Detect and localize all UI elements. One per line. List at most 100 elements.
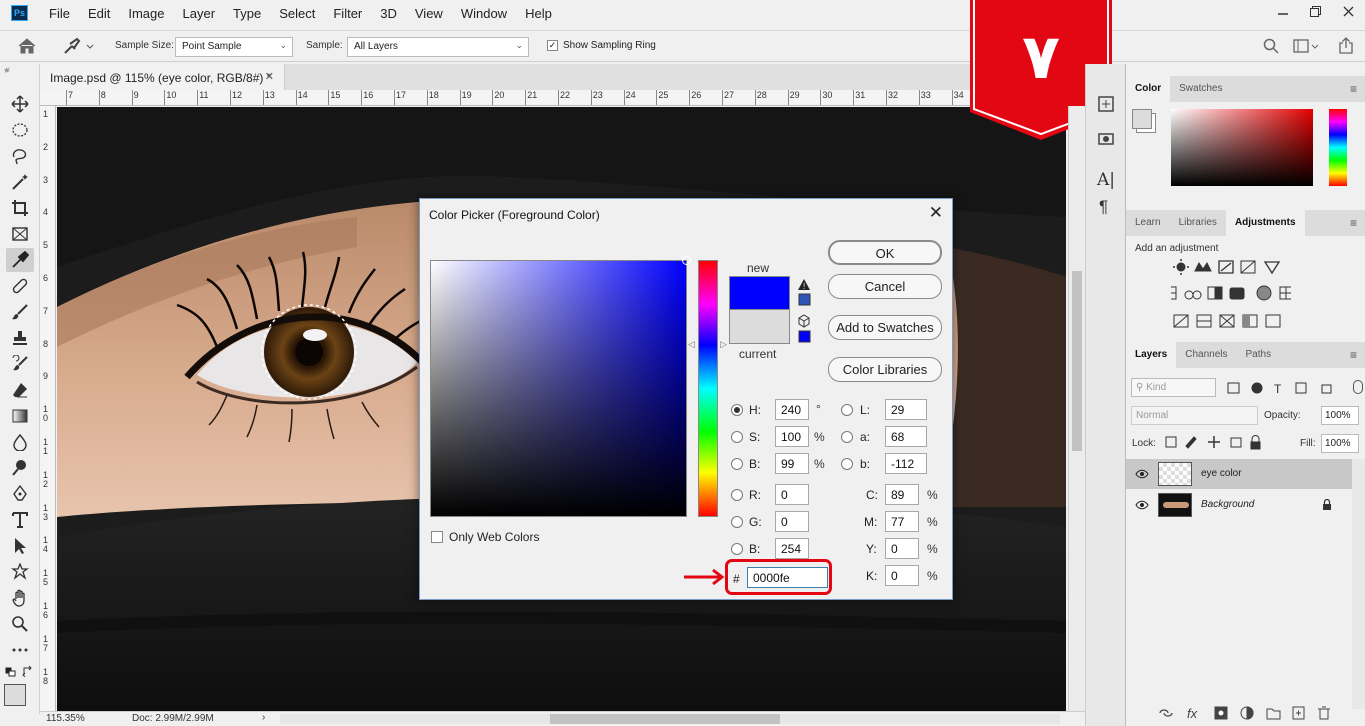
- sample-select[interactable]: All Layers ⌄: [347, 37, 529, 57]
- saturation-radio[interactable]: [731, 431, 743, 443]
- layers-scrollbar[interactable]: [1352, 459, 1365, 709]
- blur-tool[interactable]: [6, 430, 34, 454]
- hue-slider[interactable]: [1329, 109, 1347, 186]
- menu-view[interactable]: View: [406, 6, 452, 21]
- green-field[interactable]: 0: [775, 511, 809, 532]
- menu-file[interactable]: File: [40, 6, 79, 21]
- color-panel-menu-icon[interactable]: ≡: [1350, 82, 1357, 96]
- vertical-scrollbar[interactable]: [1068, 106, 1085, 711]
- tab-libraries[interactable]: Libraries: [1170, 210, 1226, 236]
- a-channel-field[interactable]: 68: [885, 426, 927, 447]
- add-to-swatches-button[interactable]: Add to Swatches: [828, 315, 942, 340]
- default-colors-icon[interactable]: [5, 666, 17, 680]
- menu-type[interactable]: Type: [224, 6, 270, 21]
- zoom-tool[interactable]: [6, 612, 34, 636]
- layer-row[interactable]: Background: [1126, 490, 1352, 520]
- magenta-field[interactable]: 77: [885, 511, 919, 532]
- vertical-scroll-thumb[interactable]: [1072, 271, 1082, 451]
- menu-layer[interactable]: Layer: [174, 6, 225, 21]
- sample-size-select[interactable]: Point Sample ⌄: [175, 37, 293, 57]
- marquee-tool[interactable]: [6, 118, 34, 142]
- menu-window[interactable]: Window: [452, 6, 516, 21]
- blue-radio[interactable]: [731, 543, 743, 555]
- layer-filter-kind[interactable]: ⚲ Kind: [1131, 378, 1216, 397]
- history-brush-tool[interactable]: [6, 352, 34, 376]
- layer-name[interactable]: eye color: [1201, 468, 1242, 479]
- path-selection-tool[interactable]: [6, 534, 34, 558]
- eyedropper-preset-button[interactable]: [62, 37, 96, 58]
- tab-learn[interactable]: Learn: [1126, 210, 1170, 236]
- menu-image[interactable]: Image: [119, 6, 173, 21]
- hue-slider-right-arrow-icon[interactable]: ▷: [720, 339, 727, 350]
- collapse-icon[interactable]: «: [5, 64, 10, 74]
- menu-3d[interactable]: 3D: [371, 6, 406, 21]
- red-radio[interactable]: [731, 489, 743, 501]
- crop-tool[interactable]: [6, 196, 34, 220]
- hue-slider[interactable]: [698, 260, 718, 517]
- frame-tool[interactable]: [6, 222, 34, 246]
- eye-visibility-icon[interactable]: [1135, 469, 1149, 479]
- menu-filter[interactable]: Filter: [324, 6, 371, 21]
- green-radio[interactable]: [731, 516, 743, 528]
- blend-mode-select[interactable]: Normal: [1131, 406, 1258, 425]
- eyedropper-tool[interactable]: [6, 248, 34, 272]
- document-tab[interactable]: Image.psd @ 115% (eye color, RGB/8#) * ✕: [40, 64, 285, 90]
- move-tool[interactable]: [6, 92, 34, 116]
- paragraph-panel-button[interactable]: ¶: [1099, 197, 1108, 217]
- properties-panel-button[interactable]: [1096, 128, 1116, 151]
- show-sampling-ring-checkbox[interactable]: ✓: [547, 40, 558, 51]
- opacity-field[interactable]: 100%: [1321, 406, 1359, 425]
- fill-field[interactable]: 100%: [1321, 434, 1359, 453]
- search-button[interactable]: [1263, 38, 1279, 57]
- only-web-colors-option[interactable]: Only Web Colors: [431, 530, 539, 544]
- tab-channels[interactable]: Channels: [1176, 342, 1236, 368]
- hue-radio[interactable]: [731, 404, 743, 416]
- a-channel-radio[interactable]: [841, 431, 853, 443]
- close-window-button[interactable]: [1332, 0, 1365, 22]
- ok-button[interactable]: OK: [828, 240, 942, 265]
- dodge-tool[interactable]: [6, 456, 34, 480]
- layer-row-selected[interactable]: eye color: [1126, 459, 1352, 489]
- hand-tool[interactable]: [6, 586, 34, 610]
- edit-toolbar-button[interactable]: [6, 638, 34, 662]
- type-tool[interactable]: [6, 508, 34, 532]
- restore-button[interactable]: [1299, 0, 1332, 22]
- color-field[interactable]: [430, 256, 691, 517]
- adjustments-menu-icon[interactable]: ≡: [1350, 216, 1357, 230]
- healing-brush-tool[interactable]: [6, 274, 34, 298]
- status-menu-arrow-icon[interactable]: ›: [262, 712, 265, 723]
- tab-paths[interactable]: Paths: [1237, 342, 1281, 368]
- menu-help[interactable]: Help: [516, 6, 561, 21]
- lock-options[interactable]: [1164, 434, 1264, 450]
- tab-layers[interactable]: Layers: [1126, 342, 1177, 368]
- brightness-field[interactable]: 99: [775, 453, 809, 474]
- horizontal-scrollbar[interactable]: [280, 714, 1060, 724]
- lightness-radio[interactable]: [841, 404, 853, 416]
- color-field[interactable]: [1171, 109, 1313, 186]
- yellow-field[interactable]: 0: [885, 538, 919, 559]
- black-field[interactable]: 0: [885, 565, 919, 586]
- filter-toggle[interactable]: [1353, 380, 1363, 394]
- home-button[interactable]: [18, 38, 36, 57]
- b-channel-field[interactable]: -112: [885, 453, 927, 474]
- current-color-preview[interactable]: [729, 310, 790, 344]
- tab-swatches[interactable]: Swatches: [1170, 76, 1231, 102]
- menu-edit[interactable]: Edit: [79, 6, 119, 21]
- lightness-field[interactable]: 29: [885, 399, 927, 420]
- brightness-radio[interactable]: [731, 458, 743, 470]
- panel-foreground-color[interactable]: [1132, 109, 1152, 129]
- zoom-level[interactable]: 115.35%: [46, 713, 85, 724]
- lasso-tool[interactable]: [6, 144, 34, 168]
- clone-stamp-tool[interactable]: [6, 326, 34, 350]
- horizontal-scroll-thumb[interactable]: [550, 714, 780, 724]
- show-sampling-ring-option[interactable]: ✓ Show Sampling Ring: [547, 40, 656, 51]
- character-panel-button[interactable]: A|: [1097, 170, 1115, 190]
- hue-field[interactable]: 240: [775, 399, 809, 420]
- blue-field[interactable]: 254: [775, 538, 809, 559]
- color-libraries-button[interactable]: Color Libraries: [828, 357, 942, 382]
- hue-slider-left-arrow-icon[interactable]: ◁: [688, 339, 695, 350]
- cyan-field[interactable]: 89: [885, 484, 919, 505]
- layers-menu-icon[interactable]: ≡: [1350, 348, 1357, 362]
- shape-tool[interactable]: [6, 560, 34, 584]
- cancel-button[interactable]: Cancel: [828, 274, 942, 299]
